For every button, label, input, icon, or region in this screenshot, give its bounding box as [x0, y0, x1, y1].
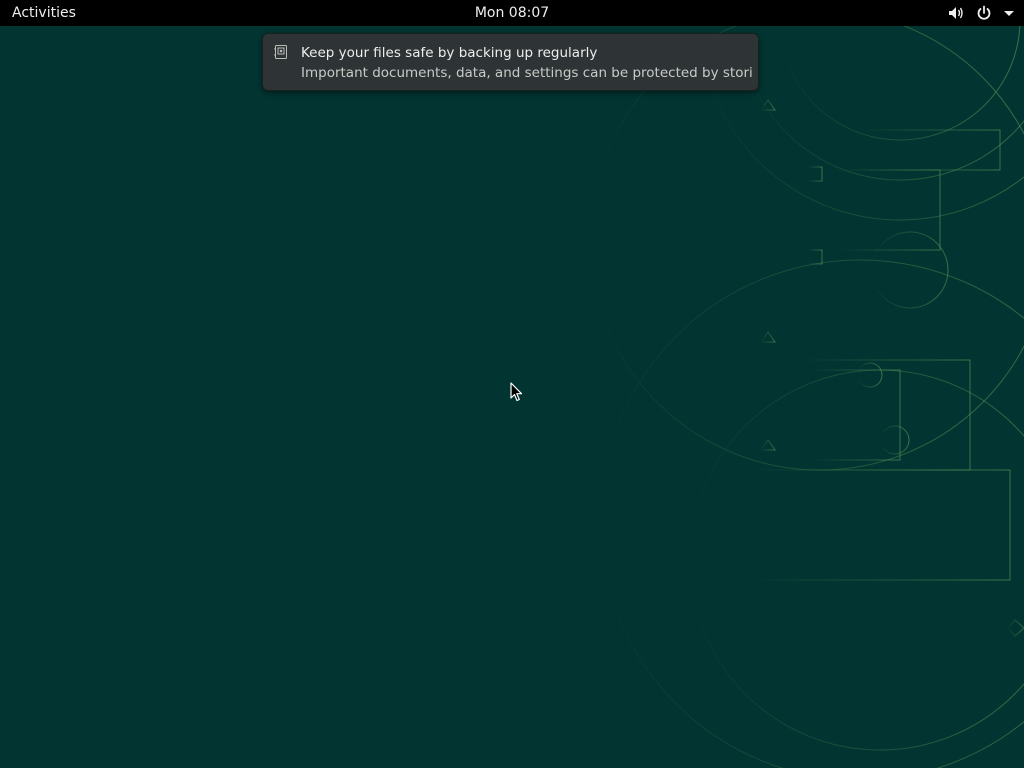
- clock-button[interactable]: Mon 08:07: [475, 5, 549, 21]
- system-status-area[interactable]: [948, 0, 1014, 26]
- mouse-cursor-icon: [510, 382, 523, 402]
- power-icon: [976, 5, 992, 21]
- menu-arrow-icon: [1004, 9, 1014, 17]
- activities-button[interactable]: Activities: [12, 4, 76, 22]
- backup-icon: [273, 44, 289, 60]
- notification-banner[interactable]: Keep your files safe by backing up regul…: [262, 33, 759, 91]
- notification-title: Keep your files safe by backing up regul…: [301, 45, 598, 61]
- volume-icon: [948, 5, 964, 21]
- top-bar: Activities Mon 08:07: [0, 0, 1024, 26]
- desktop[interactable]: Activities Mon 08:07 Keep your files saf…: [0, 0, 1024, 768]
- clock: Mon 08:07: [0, 4, 1024, 22]
- notification-body: Important documents, data, and settings …: [301, 65, 753, 81]
